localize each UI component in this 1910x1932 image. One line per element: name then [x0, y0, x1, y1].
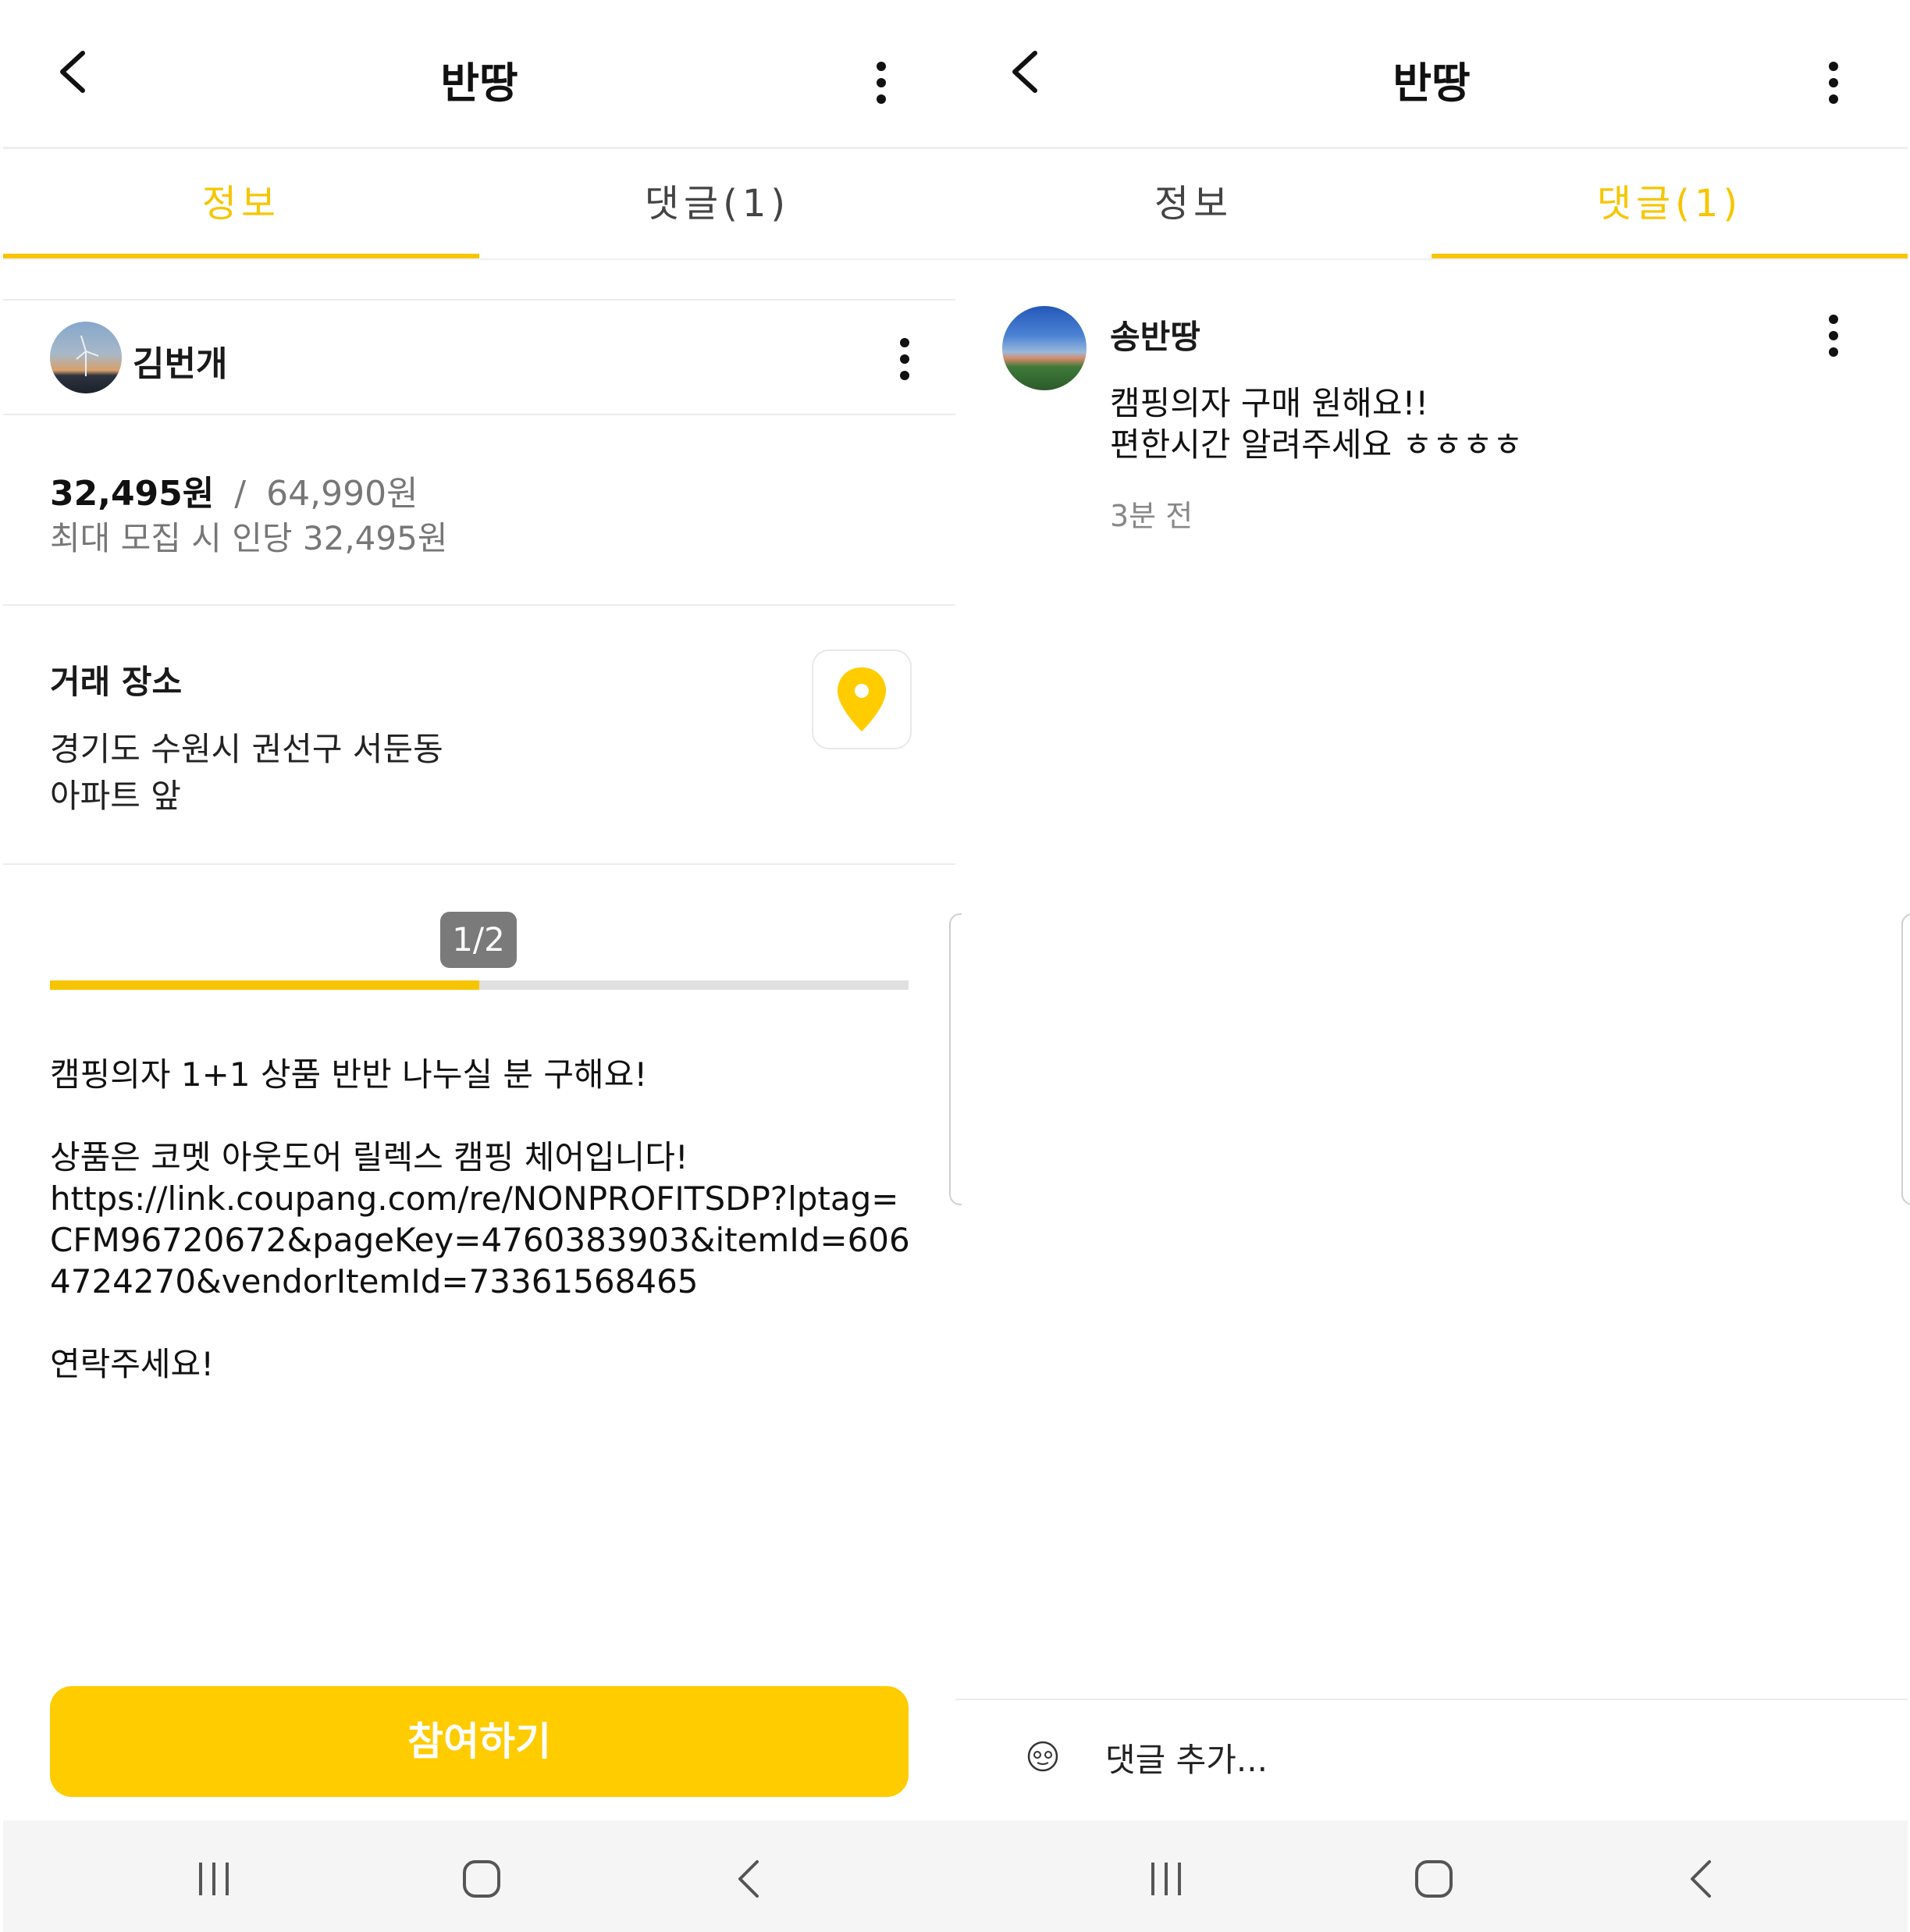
more-vert-icon	[1829, 62, 1838, 71]
comment-more-button[interactable]	[1822, 304, 1845, 367]
tab-info[interactable]: 정보	[955, 149, 1432, 258]
home-icon	[1415, 1860, 1453, 1898]
participant-progress-bar	[50, 980, 909, 990]
home-button[interactable]	[1395, 1852, 1473, 1906]
product-link[interactable]: https://link.coupang.com/re/NONPROFITSDP…	[50, 1178, 916, 1302]
seller-name[interactable]: 김번개	[133, 336, 227, 386]
join-button[interactable]: 참여하기	[50, 1686, 909, 1797]
body-line: 캠핑의자 1+1 상품 반반 나누실 분 구해요!	[50, 1055, 648, 1094]
comment-line: 편한시간 알려주세요 ㅎㅎㅎㅎ	[1110, 425, 1524, 464]
price-line: 32,495원 / 64,990원	[50, 465, 418, 515]
map-button[interactable]	[812, 649, 912, 749]
body-line: 상품은 코멧 아웃도어 릴렉스 캠핑 체어입니다!	[50, 1138, 688, 1176]
divider	[3, 299, 955, 301]
recent-apps-button[interactable]	[175, 1852, 253, 1906]
app-header: 반땅	[3, 0, 955, 149]
seller-avatar[interactable]	[50, 322, 122, 393]
tab-info[interactable]: 정보	[3, 149, 479, 258]
divider	[3, 414, 955, 415]
commenter-name[interactable]: 송반땅	[1110, 311, 1200, 358]
participant-count-badge: 1/2	[440, 912, 517, 968]
post-body: 캠핑의자 1+1 상품 반반 나누실 분 구해요! 상품은 코멧 아웃도어 릴렉…	[50, 1054, 916, 1385]
price-total: 64,990원	[266, 474, 418, 514]
more-vert-icon	[900, 338, 909, 347]
comment-line: 캠핑의자 구매 원해요!!	[1110, 384, 1429, 422]
recent-apps-icon	[1151, 1863, 1181, 1895]
nav-back-icon	[1691, 1860, 1711, 1898]
edge-panel-handle[interactable]	[949, 913, 962, 1205]
tab-comments[interactable]: 댓글(1)	[479, 149, 955, 258]
more-vert-icon	[1829, 315, 1838, 324]
home-icon	[463, 1860, 500, 1898]
seller-more-button[interactable]	[893, 328, 916, 390]
divider	[3, 604, 955, 606]
location-heading: 거래 장소	[50, 663, 183, 701]
system-back-button[interactable]	[1663, 1852, 1741, 1906]
location-pin-icon	[838, 667, 886, 731]
system-nav-bar	[3, 1820, 955, 1932]
per-person-price: 최대 모집 시 인당 32,495원	[50, 519, 448, 557]
address-line2: 아파트 앞	[50, 777, 181, 815]
edge-panel-handle[interactable]	[1901, 913, 1910, 1205]
tab-bar: 정보 댓글(1)	[955, 149, 1908, 260]
recent-apps-button[interactable]	[1127, 1852, 1205, 1906]
more-options-button[interactable]	[1822, 52, 1845, 114]
price-share: 32,495원	[50, 474, 215, 514]
divider	[3, 863, 955, 865]
comment-compose-bar	[955, 1699, 1908, 1822]
body-line: 연락주세요!	[50, 1345, 215, 1383]
price-separator: /	[234, 474, 247, 514]
more-options-button[interactable]	[870, 52, 893, 114]
address-line1: 경기도 수원시 권선구 서둔동	[50, 730, 443, 768]
more-vert-icon	[877, 62, 886, 71]
user-face-icon	[1027, 1741, 1058, 1772]
commenter-avatar[interactable]	[1002, 306, 1087, 390]
tab-bar: 정보 댓글(1)	[3, 149, 955, 260]
comments-screen: 반땅 정보 댓글(1) 송반땅 캠핑의자 구매 원해요!! 편한시간 알려주세요…	[955, 0, 1908, 1932]
system-nav-bar	[955, 1820, 1908, 1932]
comment-input[interactable]	[1104, 1731, 1809, 1788]
info-screen: 반땅 정보 댓글(1) 김번개 32,495원 / 64,990원 최대 모집 …	[3, 0, 955, 1932]
location-address: 경기도 수원시 권선구 서둔동 아파트 앞	[50, 726, 443, 820]
progress-fill	[50, 980, 479, 990]
page-title: 반땅	[440, 59, 518, 108]
comment-timestamp: 3분 전	[1110, 499, 1193, 533]
app-header: 반땅	[955, 0, 1908, 149]
comment-text: 캠핑의자 구매 원해요!! 편한시간 알려주세요 ㅎㅎㅎㅎ	[1110, 382, 1523, 465]
recent-apps-icon	[199, 1863, 229, 1895]
home-button[interactable]	[443, 1852, 521, 1906]
tab-comments[interactable]: 댓글(1)	[1432, 149, 1908, 258]
system-back-button[interactable]	[710, 1852, 788, 1906]
page-title: 반땅	[1392, 59, 1471, 108]
nav-back-icon	[738, 1860, 759, 1898]
